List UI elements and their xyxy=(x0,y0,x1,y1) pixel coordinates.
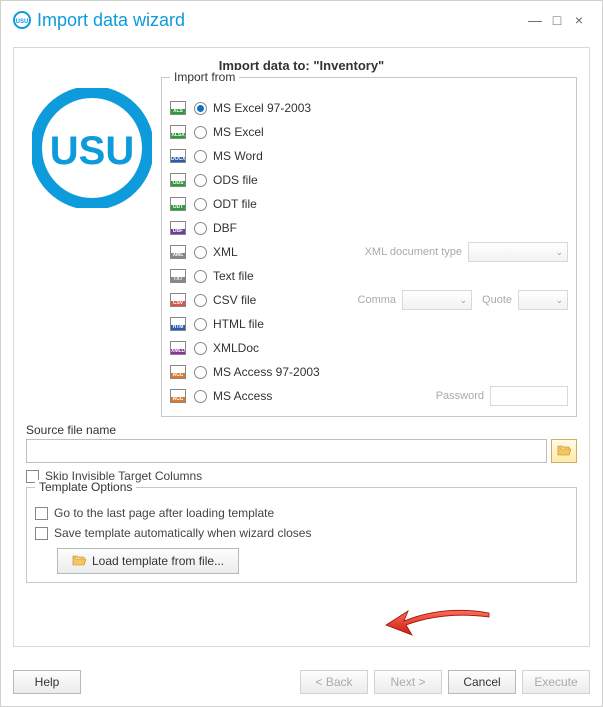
maximize-button[interactable]: □ xyxy=(546,9,568,31)
app-logo-icon: USU xyxy=(13,11,31,29)
format-radio[interactable] xyxy=(194,270,207,283)
back-button[interactable]: < Back xyxy=(300,670,368,694)
file-type-icon: DBF xyxy=(170,221,186,235)
file-type-icon: TXT xyxy=(170,269,186,283)
format-row: XLS MS Excel 97-2003 xyxy=(170,96,568,120)
quote-select[interactable]: ⌄ xyxy=(518,290,568,310)
chevron-down-icon: ⌄ xyxy=(555,295,563,306)
callout-arrow-icon xyxy=(384,603,494,643)
execute-button[interactable]: Execute xyxy=(522,670,590,694)
format-label: ODS file xyxy=(213,173,258,187)
password-label: Password xyxy=(436,390,484,402)
titlebar: USU Import data wizard — □ × xyxy=(1,1,602,39)
chevron-down-icon: ⌄ xyxy=(459,295,467,306)
source-file-label: Source file name xyxy=(26,423,577,437)
file-type-icon: ODT xyxy=(170,197,186,211)
format-row: CSV CSV file Comma ⌄ Quote ⌄ xyxy=(170,288,568,312)
svg-text:USU: USU xyxy=(16,19,29,25)
template-options-fieldset: Template Options Go to the last page aft… xyxy=(26,487,577,583)
format-radio[interactable] xyxy=(194,318,207,331)
password-input[interactable] xyxy=(490,386,568,406)
format-row: ACC MS Access 97-2003 xyxy=(170,360,568,384)
format-radio[interactable] xyxy=(194,246,207,259)
load-template-button[interactable]: Load template from file... xyxy=(57,548,239,574)
svg-text:USU: USU xyxy=(50,129,134,173)
format-radio[interactable] xyxy=(194,342,207,355)
import-from-legend: Import from xyxy=(170,70,239,84)
format-radio[interactable] xyxy=(194,126,207,139)
format-label: MS Access xyxy=(213,389,272,403)
format-label: MS Excel 97-2003 xyxy=(213,101,311,115)
footer: Help < Back Next > Cancel Execute xyxy=(1,660,602,706)
format-label: XML xyxy=(213,245,238,259)
comma-select[interactable]: ⌄ xyxy=(402,290,472,310)
format-radio[interactable] xyxy=(194,366,207,379)
format-radio[interactable] xyxy=(194,150,207,163)
main-panel: Import data to: "Inventory" USU Import f… xyxy=(13,47,590,647)
format-row: HTM HTML file xyxy=(170,312,568,336)
xml-doc-type-select[interactable]: ⌄ xyxy=(468,242,568,262)
template-options-legend: Template Options xyxy=(35,480,136,494)
file-type-icon: DOCX xyxy=(170,149,186,163)
format-row: ODT ODT file xyxy=(170,192,568,216)
auto-save-checkbox[interactable] xyxy=(35,527,48,540)
format-label: MS Access 97-2003 xyxy=(213,365,320,379)
source-file-input[interactable] xyxy=(26,439,547,463)
format-radio[interactable] xyxy=(194,102,207,115)
format-row: DBF DBF xyxy=(170,216,568,240)
format-row: XMLD XMLDoc xyxy=(170,336,568,360)
format-radio[interactable] xyxy=(194,294,207,307)
help-button[interactable]: Help xyxy=(13,670,81,694)
file-type-icon: XML xyxy=(170,245,186,259)
load-template-label: Load template from file... xyxy=(92,554,224,568)
file-type-icon: ACC xyxy=(170,365,186,379)
window-title: Import data wizard xyxy=(37,10,185,31)
format-label: MS Word xyxy=(213,149,263,163)
comma-label: Comma xyxy=(358,294,397,306)
auto-save-label: Save template automatically when wizard … xyxy=(54,526,311,540)
format-row: ODS ODS file xyxy=(170,168,568,192)
format-radio[interactable] xyxy=(194,174,207,187)
wizard-window: USU Import data wizard — □ × Import data… xyxy=(0,0,603,707)
folder-open-icon xyxy=(72,554,86,569)
chevron-down-icon: ⌄ xyxy=(555,247,563,258)
file-type-icon: XLS xyxy=(170,101,186,115)
panel-title: Import data to: "Inventory" xyxy=(26,58,577,73)
quote-label: Quote xyxy=(482,294,512,306)
format-row: XML XML XML document type ⌄ xyxy=(170,240,568,264)
browse-button[interactable] xyxy=(551,439,577,463)
format-radio[interactable] xyxy=(194,222,207,235)
content-area: Import data to: "Inventory" USU Import f… xyxy=(1,39,602,660)
file-type-icon: XLSX xyxy=(170,125,186,139)
format-label: Text file xyxy=(213,269,254,283)
next-button[interactable]: Next > xyxy=(374,670,442,694)
format-radio[interactable] xyxy=(194,390,207,403)
format-radio[interactable] xyxy=(194,198,207,211)
format-row: TXT Text file xyxy=(170,264,568,288)
xml-doc-type-label: XML document type xyxy=(365,246,462,258)
format-row: ACC MS Access Password xyxy=(170,384,568,408)
format-label: HTML file xyxy=(213,317,264,331)
file-type-icon: HTM xyxy=(170,317,186,331)
format-row: DOCX MS Word xyxy=(170,144,568,168)
format-label: CSV file xyxy=(213,293,256,307)
format-label: XMLDoc xyxy=(213,341,259,355)
go-last-page-label: Go to the last page after loading templa… xyxy=(54,506,274,520)
format-row: XLSX MS Excel xyxy=(170,120,568,144)
file-type-icon: CSV xyxy=(170,293,186,307)
file-type-icon: ODS xyxy=(170,173,186,187)
minimize-button[interactable]: — xyxy=(524,9,546,31)
file-type-icon: XMLD xyxy=(170,341,186,355)
cancel-button[interactable]: Cancel xyxy=(448,670,516,694)
file-type-icon: ACC xyxy=(170,389,186,403)
format-label: ODT file xyxy=(213,197,257,211)
format-label: MS Excel xyxy=(213,125,264,139)
import-from-fieldset: Import from XLSMS Excel 97-2003XLSXMS Ex… xyxy=(161,77,577,417)
folder-open-icon xyxy=(557,444,571,459)
go-last-page-checkbox[interactable] xyxy=(35,507,48,520)
format-label: DBF xyxy=(213,221,237,235)
close-button[interactable]: × xyxy=(568,9,590,31)
brand-logo: USU xyxy=(32,88,152,208)
source-file-row xyxy=(26,439,577,463)
